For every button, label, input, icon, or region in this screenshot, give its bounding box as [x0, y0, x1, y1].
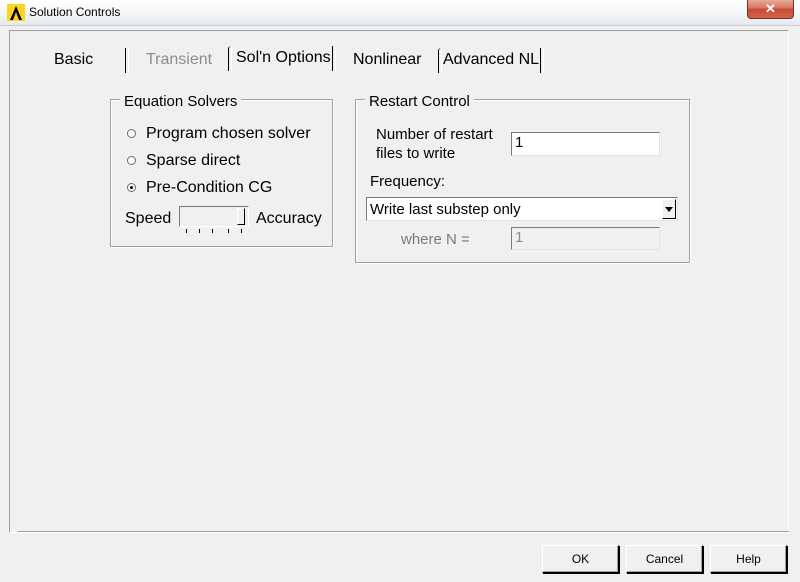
slider-tick	[186, 229, 187, 233]
radio-label-program-chosen[interactable]: Program chosen solver	[146, 125, 311, 143]
tab-separator	[228, 46, 232, 71]
speed-accuracy-slider[interactable]	[179, 206, 249, 227]
tab-transient[interactable]: Transient	[146, 51, 212, 69]
ansys-logo-icon	[7, 4, 25, 21]
frequency-select[interactable]: Write last substep only	[366, 197, 678, 221]
ok-button[interactable]: OK	[542, 545, 619, 573]
cancel-button[interactable]: Cancel	[626, 545, 703, 573]
restart-control-title: Restart Control	[365, 93, 474, 110]
num-restart-label-2: files to write	[376, 145, 456, 162]
radio-program-chosen[interactable]	[127, 129, 136, 138]
dropdown-arrow-button[interactable]	[662, 199, 676, 219]
tab-separator	[438, 48, 442, 73]
accuracy-label: Accuracy	[256, 210, 322, 227]
close-button[interactable]: ✕	[747, 0, 794, 19]
tab-nonlinear[interactable]: Nonlinear	[353, 51, 421, 69]
help-button[interactable]: Help	[710, 545, 787, 573]
radio-label-sparse-direct[interactable]: Sparse direct	[146, 152, 240, 170]
slider-tick	[228, 229, 229, 233]
divider	[18, 531, 789, 533]
radio-sparse-direct[interactable]	[127, 156, 136, 165]
slider-thumb[interactable]	[237, 208, 245, 225]
slider-tick	[241, 229, 242, 233]
where-n-label: where N =	[401, 231, 470, 248]
radio-pre-condition-cg[interactable]	[127, 183, 136, 192]
num-restart-label-1: Number of restart	[376, 126, 493, 143]
where-n-input[interactable]: 1	[511, 227, 660, 250]
frequency-select-value: Write last substep only	[370, 201, 521, 218]
chevron-down-icon	[665, 206, 673, 212]
speed-label: Speed	[125, 210, 172, 227]
slider-tick	[199, 229, 200, 233]
num-restart-files-input[interactable]: 1	[511, 132, 660, 156]
tab-separator	[125, 48, 129, 73]
close-icon: ✕	[765, 1, 776, 16]
tab-basic[interactable]: Basic	[54, 51, 93, 69]
tab-separator	[332, 46, 336, 71]
frequency-label: Frequency:	[370, 173, 446, 190]
tab-separator	[540, 48, 544, 73]
title-bar: Solution Controls ✕	[0, 0, 800, 26]
equation-solvers-title: Equation Solvers	[120, 93, 242, 110]
window-title: Solution Controls	[29, 5, 121, 19]
slider-tick	[212, 229, 213, 233]
tab-advanced-nl[interactable]: Advanced NL	[443, 51, 539, 69]
radio-label-pre-condition-cg[interactable]: Pre-Condition CG	[146, 179, 272, 197]
dialog-body: Basic Transient Sol'n Options Nonlinear …	[0, 26, 800, 582]
tab-soln-options[interactable]: Sol'n Options	[236, 49, 331, 67]
